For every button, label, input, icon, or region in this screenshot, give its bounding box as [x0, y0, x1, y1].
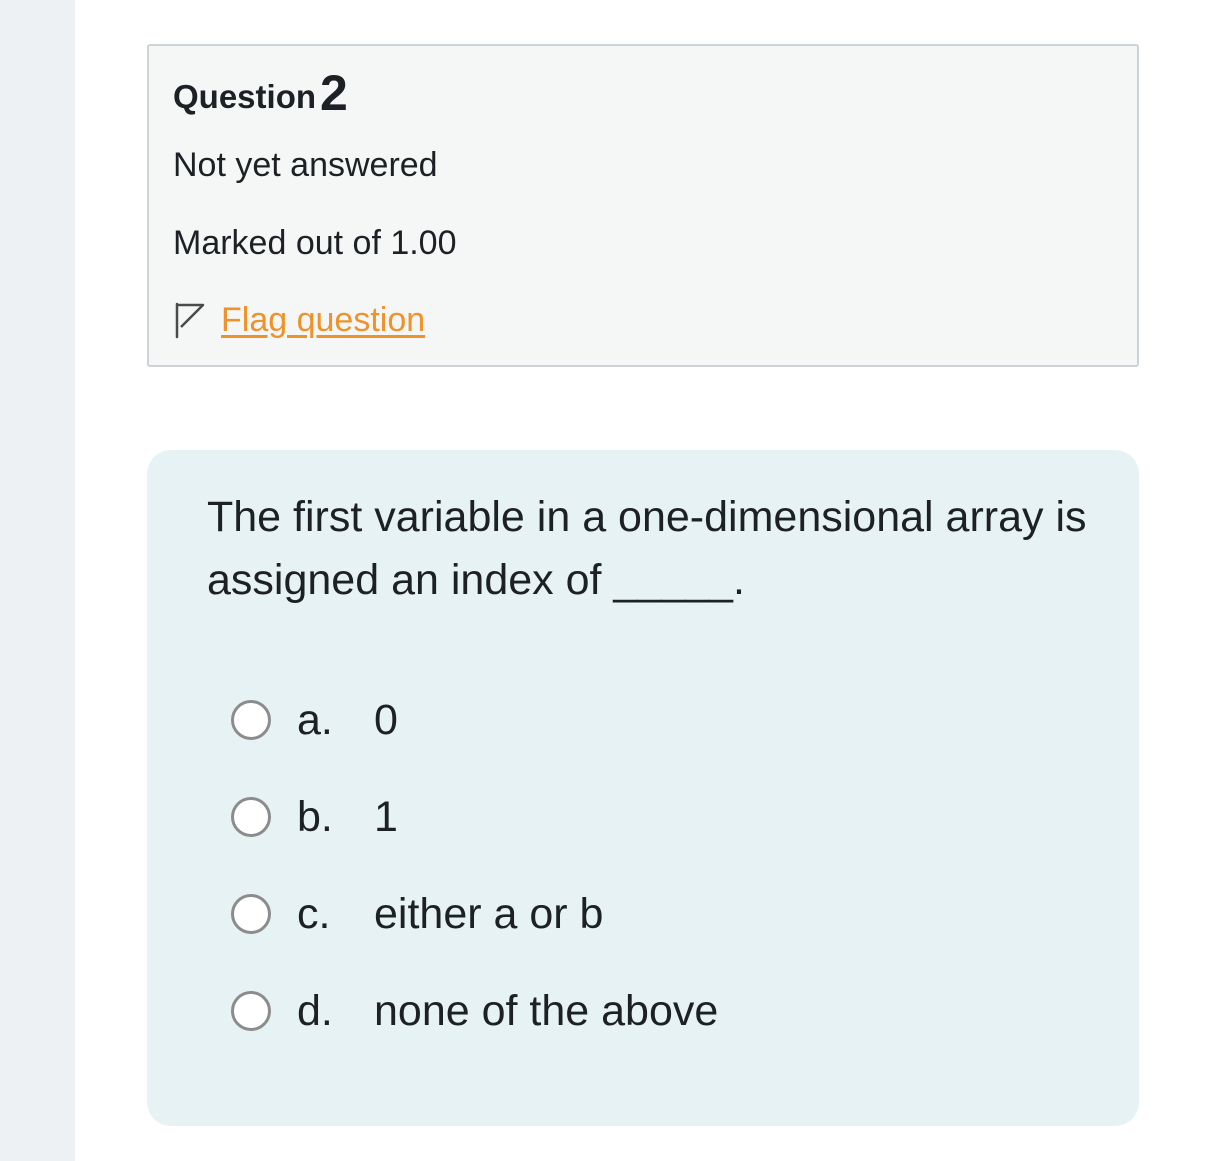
question-grade: Marked out of 1.00: [173, 224, 457, 262]
radio-unchecked-icon[interactable]: [231, 894, 271, 934]
answer-letter: d.: [297, 986, 333, 1035]
answer-text: 0: [374, 695, 398, 744]
question-word: Question: [173, 78, 317, 115]
answer-letter: c.: [297, 889, 331, 938]
answer-option-b[interactable]: b. 1: [231, 787, 718, 847]
answer-text: 1: [374, 792, 398, 841]
question-number: 2: [320, 65, 348, 121]
flag-icon: [173, 301, 207, 339]
radio-unchecked-icon[interactable]: [231, 700, 271, 740]
question-title: Question2: [173, 66, 348, 118]
answer-option-c[interactable]: c. either a or b: [231, 884, 718, 944]
radio-unchecked-icon[interactable]: [231, 991, 271, 1031]
left-sidebar-strip: [0, 0, 75, 1161]
question-state: Not yet answered: [173, 146, 438, 184]
answer-option-d[interactable]: d. none of the above: [231, 981, 718, 1041]
radio-unchecked-icon[interactable]: [231, 797, 271, 837]
question-formulation: The first variable in a one-dimensional …: [147, 450, 1139, 1126]
answer-letter: b.: [297, 792, 333, 841]
flag-question-label[interactable]: Flag question: [221, 303, 425, 337]
question-text: The first variable in a one-dimensional …: [207, 493, 1087, 604]
flag-question-link[interactable]: Flag question: [173, 300, 425, 340]
answer-letter: a.: [297, 695, 333, 744]
answer-text: none of the above: [374, 986, 719, 1035]
answer-text: either a or b: [374, 889, 604, 938]
answer-list: a. 0 b. 1 c. either a or b d. none of th…: [231, 690, 718, 1078]
question-info-box: Question2 Not yet answered Marked out of…: [147, 44, 1139, 367]
answer-option-a[interactable]: a. 0: [231, 690, 718, 750]
